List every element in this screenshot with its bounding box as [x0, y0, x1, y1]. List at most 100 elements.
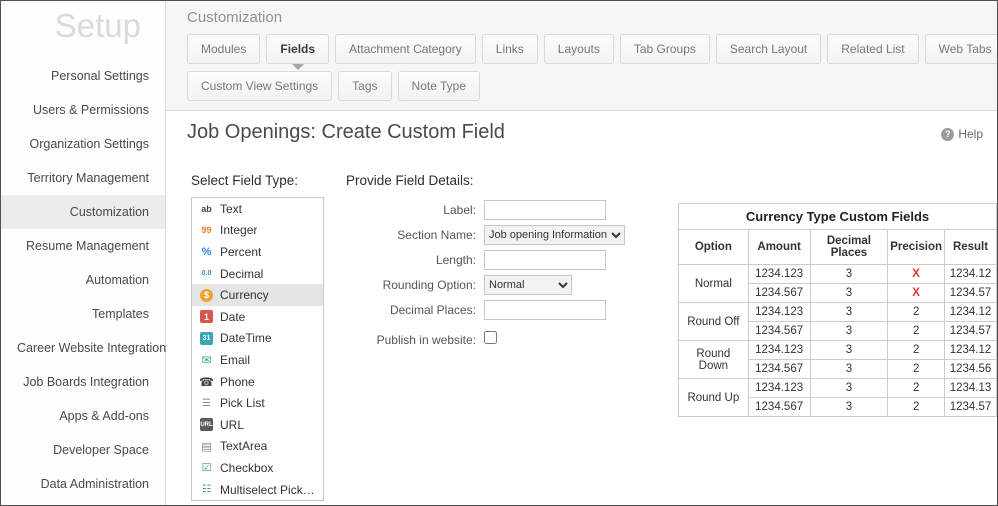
precision-cell: X [888, 265, 945, 284]
decimal-places-cell: 3 [810, 284, 888, 303]
currency-table: Currency Type Custom FieldsOptionAmountD… [678, 203, 997, 417]
help-link[interactable]: ? Help [941, 127, 983, 141]
pick-list-field-icon: ☰ [200, 397, 213, 410]
field-type-email[interactable]: ✉Email [192, 349, 323, 371]
field-type-list: abText99Integer% Percent 0.0Decimal$Curren… [191, 197, 324, 501]
field-type-multiselect-pick-list[interactable]: ☷Multiselect Pick List [192, 479, 323, 501]
setup-screen: Setup Personal SettingsUsers & Permissio… [0, 0, 998, 506]
tab-modules[interactable]: Modules [187, 34, 260, 64]
url-field-icon: URL [200, 418, 213, 431]
field-type-label: Integer [220, 223, 257, 237]
field-type-text[interactable]: abText [192, 198, 323, 220]
field-type-phone[interactable]: ☎Phone [192, 371, 323, 393]
field-type-datetime[interactable]: 31 DateTime [192, 328, 323, 350]
field-type-textarea[interactable]: ▤TextArea [192, 436, 323, 458]
decimal-places-row: Decimal Places: [346, 300, 625, 320]
decimal-places-input[interactable] [484, 300, 606, 320]
field-type-pick-list[interactable]: ☰ Pick List [192, 392, 323, 414]
tab-custom-view-settings[interactable]: Custom View Settings [187, 71, 332, 101]
percent-field-icon: % [200, 245, 213, 258]
precision-cell: 2 [888, 303, 945, 322]
decimal-places-label: Decimal Places: [346, 303, 484, 317]
datetime-field-icon: 31 [200, 332, 213, 345]
tab-web-tabs[interactable]: Web Tabs [925, 34, 998, 64]
table-row: Round Up1234.123321234.13 [679, 379, 997, 398]
sidebar-item-territory-management[interactable]: Territory Management [1, 161, 165, 195]
decimal-places-cell: 3 [810, 322, 888, 341]
rounding-option-row: Rounding Option:Normal [346, 275, 625, 295]
page-title: Job Openings: Create Custom Field [187, 121, 505, 144]
sidebar-item-career-website-integration[interactable]: Career Website Integration [1, 331, 165, 365]
column-header-option: Option [679, 230, 749, 265]
amount-cell: 1234.567 [748, 398, 810, 417]
field-type-integer[interactable]: 99Integer [192, 220, 323, 242]
field-type-label: Percent [220, 245, 261, 259]
decimal-places-cell: 3 [810, 360, 888, 379]
tab-links[interactable]: Links [482, 34, 538, 64]
precision-cell: 2 [888, 398, 945, 417]
sidebar: Setup Personal SettingsUsers & Permissio… [1, 1, 166, 505]
sidebar-item-apps-add-ons[interactable]: Apps & Add-ons [1, 399, 165, 433]
text-field-icon: ab [200, 202, 213, 215]
multiselect-pick-list-field-icon: ☷ [200, 483, 213, 496]
sidebar-title: Setup [1, 1, 165, 59]
field-type-label: Checkbox [220, 461, 273, 475]
field-type-checkbox[interactable]: ☑Checkbox [192, 457, 323, 479]
sidebar-item-automation[interactable]: Automation [1, 263, 165, 297]
sidebar-item-customization[interactable]: Customization [1, 195, 165, 229]
tab-search-layout[interactable]: Search Layout [716, 34, 821, 64]
sidebar-item-users-permissions[interactable]: Users & Permissions [1, 93, 165, 127]
field-type-date[interactable]: 1Date [192, 306, 323, 328]
field-type-label: DateTime [220, 331, 272, 345]
label-input[interactable] [484, 200, 606, 220]
field-type-label: Decimal [220, 267, 263, 281]
decimal-places-cell: 3 [810, 265, 888, 284]
sidebar-item-templates[interactable]: Templates [1, 297, 165, 331]
sidebar-item-organization-settings[interactable]: Organization Settings [1, 127, 165, 161]
amount-cell: 1234.123 [748, 265, 810, 284]
field-type-label: Phone [220, 375, 255, 389]
publish-in-website-row: Publish in website: [346, 331, 625, 349]
column-header-decimal-places: Decimal Places [810, 230, 888, 265]
label-label: Label: [346, 203, 484, 217]
help-label: Help [958, 127, 983, 141]
field-type-label: TextArea [220, 439, 267, 453]
page-header: Job Openings: Create Custom Field ? Help [166, 111, 997, 144]
result-cell: 1234.57 [945, 322, 997, 341]
precision-cell: 2 [888, 379, 945, 398]
table-row: Normal1234.1233X1234.12 [679, 265, 997, 284]
precision-cell: 2 [888, 341, 945, 360]
amount-cell: 1234.123 [748, 303, 810, 322]
tab-note-type[interactable]: Note Type [398, 71, 480, 101]
topbar-title: Customization [187, 9, 997, 26]
column-header-amount: Amount [748, 230, 810, 265]
field-type-currency[interactable]: $Currency [192, 284, 323, 306]
publish-in-website-checkbox[interactable] [484, 331, 497, 344]
tab-fields[interactable]: Fields [266, 34, 329, 64]
field-details-heading: Provide Field Details: [346, 173, 625, 188]
sidebar-item-resume-management[interactable]: Resume Management [1, 229, 165, 263]
section-name-select[interactable]: Job opening Information [484, 225, 625, 245]
field-details-panel: Provide Field Details: Label:Section Nam… [346, 173, 625, 354]
field-type-label: Pick List [220, 396, 265, 410]
rounding-option-select[interactable]: Normal [484, 275, 572, 295]
sidebar-item-personal-settings[interactable]: Personal Settings [1, 59, 165, 93]
sidebar-menu: Personal SettingsUsers & PermissionsOrga… [1, 59, 165, 501]
tab-layouts[interactable]: Layouts [544, 34, 614, 64]
amount-cell: 1234.123 [748, 341, 810, 360]
result-cell: 1234.57 [945, 398, 997, 417]
sidebar-item-developer-space[interactable]: Developer Space [1, 433, 165, 467]
tab-tags[interactable]: Tags [338, 71, 391, 101]
tab-attachment-category[interactable]: Attachment Category [335, 34, 476, 64]
tab-tab-groups[interactable]: Tab Groups [620, 34, 710, 64]
sidebar-item-data-administration[interactable]: Data Administration [1, 467, 165, 501]
field-type-label: Email [220, 353, 250, 367]
field-details-form: Label:Section Name:Job opening Informati… [346, 200, 625, 349]
decimal-places-cell: 3 [810, 341, 888, 360]
field-type-percent[interactable]: % Percent [192, 241, 323, 263]
sidebar-item-job-boards-integration[interactable]: Job Boards Integration [1, 365, 165, 399]
field-type-decimal[interactable]: 0.0Decimal [192, 263, 323, 285]
tab-related-list[interactable]: Related List [827, 34, 918, 64]
length-input[interactable] [484, 250, 606, 270]
field-type-url[interactable]: URLURL [192, 414, 323, 436]
